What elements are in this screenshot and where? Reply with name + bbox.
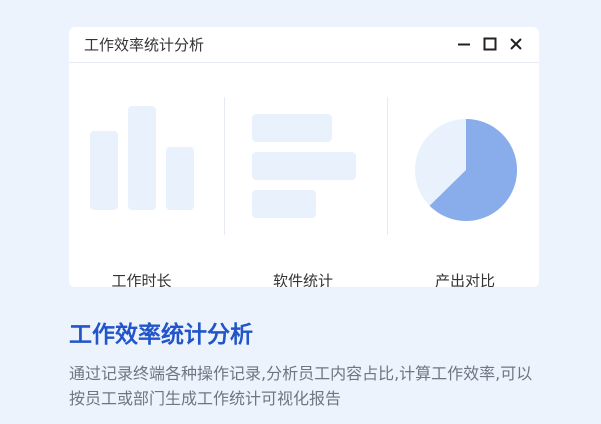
pie-chart-icon — [415, 118, 518, 221]
feature-description: 通过记录终端各种操作记录,分析员工内容占比,计算工作效率,可以按员工或部门生成工… — [69, 364, 533, 408]
window-titlebar: 工作效率统计分析 — [69, 27, 539, 63]
panel-work-time[interactable]: 工作时长 — [69, 63, 224, 287]
panel-label-software-stats: 软件统计 — [272, 272, 333, 287]
panel-label-output-compare: 产出对比 — [434, 272, 495, 287]
bar-placeholder-2 — [128, 106, 156, 210]
hbar-placeholder-3 — [252, 190, 316, 218]
hbar-placeholder-1 — [252, 114, 332, 142]
hbar-placeholder-2 — [252, 152, 356, 180]
close-icon[interactable] — [508, 36, 524, 52]
bar-placeholder-3 — [166, 147, 194, 210]
panel-software-stats[interactable]: 软件统计 — [225, 63, 387, 287]
window-title: 工作效率统计分析 — [84, 36, 205, 54]
bar-placeholder-1 — [90, 131, 118, 210]
stats-window: 工作效率统计分析 工作时长 软件统计 产出对比 — [69, 27, 539, 287]
maximize-icon[interactable] — [482, 36, 498, 52]
feature-heading: 工作效率统计分析 — [69, 322, 253, 348]
panel-label-work-time: 工作时长 — [111, 272, 172, 287]
panel-output-compare[interactable]: 产出对比 — [388, 63, 539, 287]
minimize-icon[interactable] — [456, 36, 472, 52]
